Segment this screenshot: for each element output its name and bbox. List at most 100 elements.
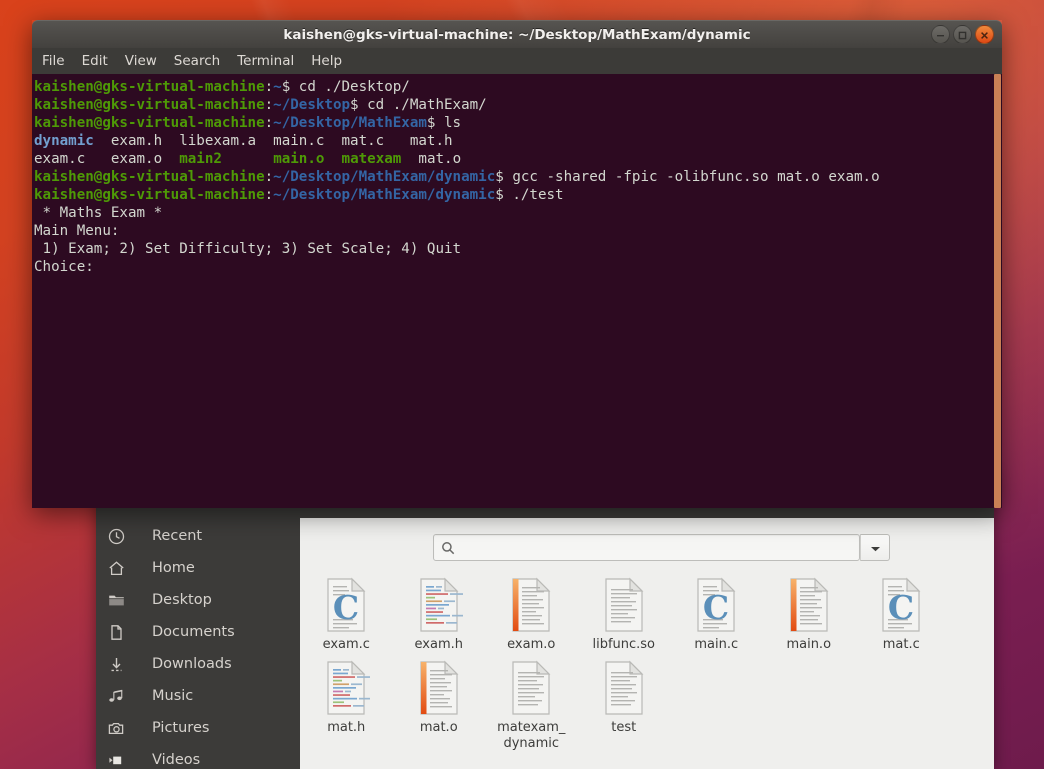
file-name-label: exam.c: [322, 637, 370, 652]
sidebar-item-label: Documents: [152, 624, 235, 640]
object-file-icon: [507, 577, 555, 633]
menu-file[interactable]: File: [42, 53, 65, 69]
sidebar-item-recent[interactable]: Recent: [96, 520, 300, 552]
file-name-label: mat.h: [327, 720, 366, 735]
sidebar-item-label: Videos: [152, 752, 201, 768]
sidebar-item-videos[interactable]: Videos: [96, 744, 300, 769]
file-grid: Cexam.c exam.h exam.o libfunc.so C main.…: [300, 570, 994, 752]
terminal-output: kaishen@gks-virtual-machine:~$ cd ./Desk…: [34, 78, 1002, 276]
c-source-file-icon: C: [877, 577, 925, 633]
terminal-scrollbar-thumb[interactable]: [994, 74, 1001, 508]
home-icon: [108, 557, 136, 579]
file-item[interactable]: Cmain.c: [670, 570, 763, 653]
folder-icon: [108, 589, 136, 611]
sidebar-item-label: Pictures: [152, 720, 210, 736]
plain-text-file-icon: [600, 577, 648, 633]
plain-text-file-icon: [507, 660, 555, 716]
sidebar-item-label: Music: [152, 688, 194, 704]
terminal-line: Choice:: [34, 259, 94, 275]
file-item[interactable]: mat.o: [393, 653, 486, 752]
terminal-scrollbar[interactable]: [993, 74, 1002, 508]
terminal-line: kaishen@gks-virtual-machine:~/Desktop/Ma…: [34, 169, 880, 185]
search-icon: [441, 541, 455, 555]
svg-text:C: C: [703, 588, 729, 627]
header-file-icon: [415, 577, 468, 633]
camera-icon: [108, 717, 136, 739]
header-file-icon: [322, 660, 376, 716]
terminal-screen[interactable]: kaishen@gks-virtual-machine:~$ cd ./Desk…: [32, 74, 1002, 508]
terminal-menubar: File Edit View Search Terminal Help: [32, 48, 1002, 74]
file-name-label: exam.o: [507, 637, 556, 652]
terminal-line: kaishen@gks-virtual-machine:~/Desktop$ c…: [34, 97, 487, 113]
menu-search[interactable]: Search: [174, 53, 220, 69]
menu-help[interactable]: Help: [311, 53, 342, 69]
minimize-icon: [936, 25, 945, 44]
search-field-wrapper[interactable]: [433, 534, 860, 561]
file-item[interactable]: test: [578, 653, 671, 752]
desktop-wallpaper: Recent Home Desktop Documents Downloads …: [0, 0, 1044, 769]
sidebar-item-desktop[interactable]: Desktop: [96, 584, 300, 616]
file-manager-body: Recent Home Desktop Documents Downloads …: [96, 518, 994, 769]
terminal-line: kaishen@gks-virtual-machine:~/Desktop/Ma…: [34, 187, 564, 203]
file-item[interactable]: libfunc.so: [578, 570, 671, 653]
sidebar-item-downloads[interactable]: Downloads: [96, 648, 300, 680]
terminal-line: kaishen@gks-virtual-machine:~$ cd ./Desk…: [34, 79, 410, 95]
plain-text-file-icon: [600, 660, 648, 716]
file-manager-sidebar: Recent Home Desktop Documents Downloads …: [96, 518, 300, 769]
c-source-file-icon: C: [322, 577, 370, 633]
window-controls: [931, 25, 994, 44]
close-button[interactable]: [975, 25, 994, 44]
video-icon: [108, 749, 136, 769]
search-input[interactable]: [455, 535, 859, 560]
file-item[interactable]: mat.h: [300, 653, 393, 752]
object-file-icon: [415, 660, 463, 716]
minimize-button[interactable]: [931, 25, 950, 44]
sidebar-item-label: Downloads: [152, 656, 232, 672]
sidebar-item-music[interactable]: Music: [96, 680, 300, 712]
svg-text:C: C: [888, 588, 914, 627]
file-item[interactable]: Cexam.c: [300, 570, 393, 653]
terminal-line: * Maths Exam *: [34, 205, 163, 221]
sidebar-item-home[interactable]: Home: [96, 552, 300, 584]
file-name-label: matexam_ dynamic: [497, 720, 566, 751]
sidebar-item-label: Desktop: [152, 592, 212, 608]
maximize-button[interactable]: [953, 25, 972, 44]
clock-icon: [108, 525, 136, 547]
file-name-label: main.o: [786, 637, 832, 652]
file-item[interactable]: main.o: [763, 570, 856, 653]
object-file-icon: [785, 577, 833, 633]
terminal-window[interactable]: kaishen@gks-virtual-machine: ~/Desktop/M…: [32, 20, 1002, 508]
sidebar-item-pictures[interactable]: Pictures: [96, 712, 300, 744]
file-name-label: main.c: [694, 637, 739, 652]
menu-terminal[interactable]: Terminal: [237, 53, 294, 69]
sidebar-item-label: Recent: [152, 528, 203, 544]
file-manager-content-pane: Cexam.c exam.h exam.o libfunc.so C main.…: [300, 518, 994, 769]
file-manager-window[interactable]: Recent Home Desktop Documents Downloads …: [96, 461, 994, 769]
sidebar-item-label: Home: [152, 560, 195, 576]
search-dropdown-button[interactable]: [860, 534, 890, 561]
window-title: kaishen@gks-virtual-machine: ~/Desktop/M…: [283, 26, 751, 43]
svg-text:C: C: [333, 588, 359, 627]
document-icon: [108, 621, 136, 643]
file-name-label: mat.o: [419, 720, 458, 735]
download-icon: [108, 653, 136, 675]
menu-edit[interactable]: Edit: [82, 53, 108, 69]
file-item[interactable]: exam.h: [393, 570, 486, 653]
maximize-icon: [958, 25, 967, 44]
chevron-down-icon: [870, 538, 881, 557]
file-item[interactable]: exam.o: [485, 570, 578, 653]
terminal-line: dynamic exam.h libexam.a main.c mat.c ma…: [34, 133, 453, 149]
terminal-line: exam.c exam.o main2 main.o matexam mat.o: [34, 151, 462, 167]
menu-view[interactable]: View: [125, 53, 157, 69]
file-name-label: libfunc.so: [592, 637, 656, 652]
music-note-icon: [108, 685, 136, 707]
file-name-label: test: [611, 720, 637, 735]
terminal-titlebar[interactable]: kaishen@gks-virtual-machine: ~/Desktop/M…: [32, 20, 1002, 48]
sidebar-item-documents[interactable]: Documents: [96, 616, 300, 648]
terminal-line: Main Menu:: [34, 223, 120, 239]
terminal-line: 1) Exam; 2) Set Difficulty; 3) Set Scale…: [34, 241, 462, 257]
close-icon: [980, 25, 989, 44]
c-source-file-icon: C: [692, 577, 740, 633]
file-item[interactable]: matexam_ dynamic: [485, 653, 578, 752]
file-item[interactable]: Cmat.c: [855, 570, 948, 653]
